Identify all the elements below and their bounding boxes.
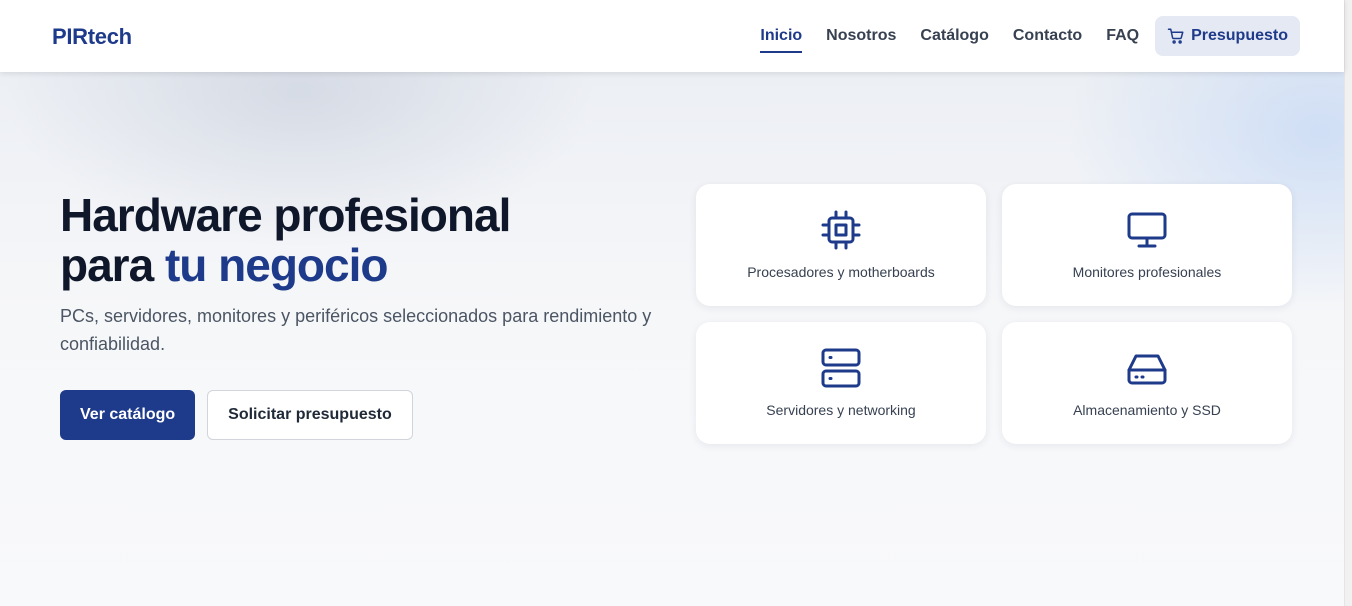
hard-drive-icon [1125, 346, 1169, 390]
hero-actions: Ver catálogo Solicitar presupuesto [60, 390, 680, 440]
category-label: Procesadores y motherboards [747, 264, 935, 280]
nav-link-faq[interactable]: FAQ [1106, 16, 1139, 56]
monitor-icon [1125, 208, 1169, 252]
request-quote-button[interactable]: Solicitar presupuesto [207, 390, 413, 440]
nav-link-contacto[interactable]: Contacto [1013, 16, 1082, 56]
cpu-icon [819, 208, 863, 252]
category-label: Servidores y networking [766, 402, 916, 418]
hero-title-line2: para [60, 239, 165, 291]
nav-link-nosotros[interactable]: Nosotros [826, 16, 896, 56]
quote-button[interactable]: Presupuesto [1155, 16, 1300, 56]
cart-icon [1167, 27, 1185, 45]
nav-link-inicio[interactable]: Inicio [760, 16, 802, 56]
hero-title-accent: tu negocio [164, 239, 389, 291]
category-label: Monitores profesionales [1072, 264, 1222, 280]
main-nav: Inicio Nosotros Catálogo Contacto FAQ Pr… [736, 16, 1300, 56]
hero-title: Hardware profesional para tu negocio [60, 190, 680, 290]
category-card-storage[interactable]: Almacenamiento y SSD [1002, 322, 1292, 444]
brand-logo[interactable]: PIRtech [52, 24, 132, 50]
category-card-servers[interactable]: Servidores y networking [696, 322, 986, 444]
category-card-processors[interactable]: Procesadores y motherboards [696, 184, 986, 306]
page-scrollbar[interactable] [1344, 0, 1352, 606]
hero-lead: PCs, servidores, monitores y periféricos… [60, 306, 652, 354]
quote-button-label: Presupuesto [1191, 27, 1288, 44]
site-header: PIRtech Inicio Nosotros Catálogo Contact… [0, 0, 1344, 72]
view-catalog-button[interactable]: Ver catálogo [60, 390, 196, 440]
category-card-monitors[interactable]: Monitores profesionales [1002, 184, 1292, 306]
server-icon [819, 346, 863, 390]
hero-title-line1: Hardware profesional [60, 189, 511, 241]
hero-section: Hardware profesional para tu negocio PCs… [60, 190, 680, 440]
nav-link-catalogo[interactable]: Catálogo [920, 16, 988, 56]
category-label: Almacenamiento y SSD [1073, 402, 1221, 418]
